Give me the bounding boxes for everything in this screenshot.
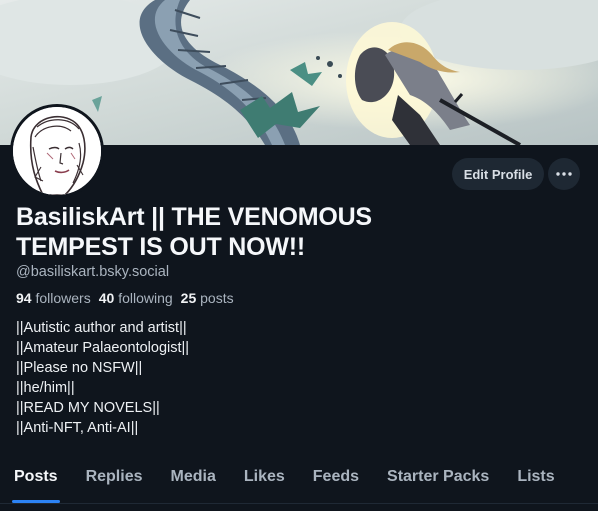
tab-starter-packs[interactable]: Starter Packs (373, 456, 503, 503)
followers-label: followers (35, 290, 91, 306)
bio-line: ||Autistic author and artist|| (16, 320, 187, 336)
tab-posts[interactable]: Posts (0, 456, 72, 503)
tab-label: Feeds (312, 468, 360, 485)
profile-tabs: Posts Replies Media Likes Feeds Starter … (0, 456, 598, 503)
posts-count: 25 (180, 290, 197, 306)
followers-count: 94 (16, 290, 32, 306)
bio-line: ||READ MY NOVELS|| (16, 400, 160, 416)
bio-line: ||he/him|| (16, 380, 75, 396)
tab-label: Media (170, 468, 216, 485)
posts-label: posts (200, 290, 234, 306)
tab-feeds[interactable]: Feeds (299, 456, 373, 503)
followers-stat[interactable]: 94 followers (16, 290, 91, 306)
bio-line: ||Amateur Palaeontologist|| (16, 340, 190, 356)
tab-label: Posts (14, 468, 58, 485)
tab-likes[interactable]: Likes (230, 456, 299, 503)
profile-page: Edit Profile BasiliskArt || THE VENOMOUS… (0, 0, 598, 511)
following-count: 40 (98, 290, 115, 306)
more-options-button[interactable] (548, 158, 580, 190)
following-stat[interactable]: 40 following (99, 290, 173, 306)
avatar[interactable] (10, 104, 104, 198)
edit-profile-button[interactable]: Edit Profile (452, 158, 544, 190)
following-label: following (118, 290, 173, 306)
tab-label: Replies (85, 468, 143, 485)
bio-line: ||Anti-NFT, Anti-AI|| (16, 420, 139, 436)
tab-replies[interactable]: Replies (72, 456, 157, 503)
profile-handle[interactable]: @basiliskart.bsky.social (16, 264, 169, 280)
tab-label: Lists (517, 468, 555, 485)
bio-line: ||Please no NSFW|| (16, 360, 143, 376)
profile-bio: ||Autistic author and artist|| ||Amateur… (16, 318, 189, 438)
tab-lists[interactable]: Lists (503, 456, 568, 503)
avatar-portrait-illustration (13, 107, 101, 195)
profile-stats: 94 followers 40 following 25 posts (16, 290, 234, 306)
posts-stat: 25 posts (181, 290, 234, 306)
display-name: BasiliskArt || THE VENOMOUS TEMPEST IS O… (16, 203, 372, 261)
ellipsis-icon (556, 172, 572, 176)
tab-label: Likes (243, 468, 285, 485)
tab-media[interactable]: Media (157, 456, 230, 503)
tabs-divider (0, 503, 598, 504)
tab-label: Starter Packs (387, 468, 490, 485)
